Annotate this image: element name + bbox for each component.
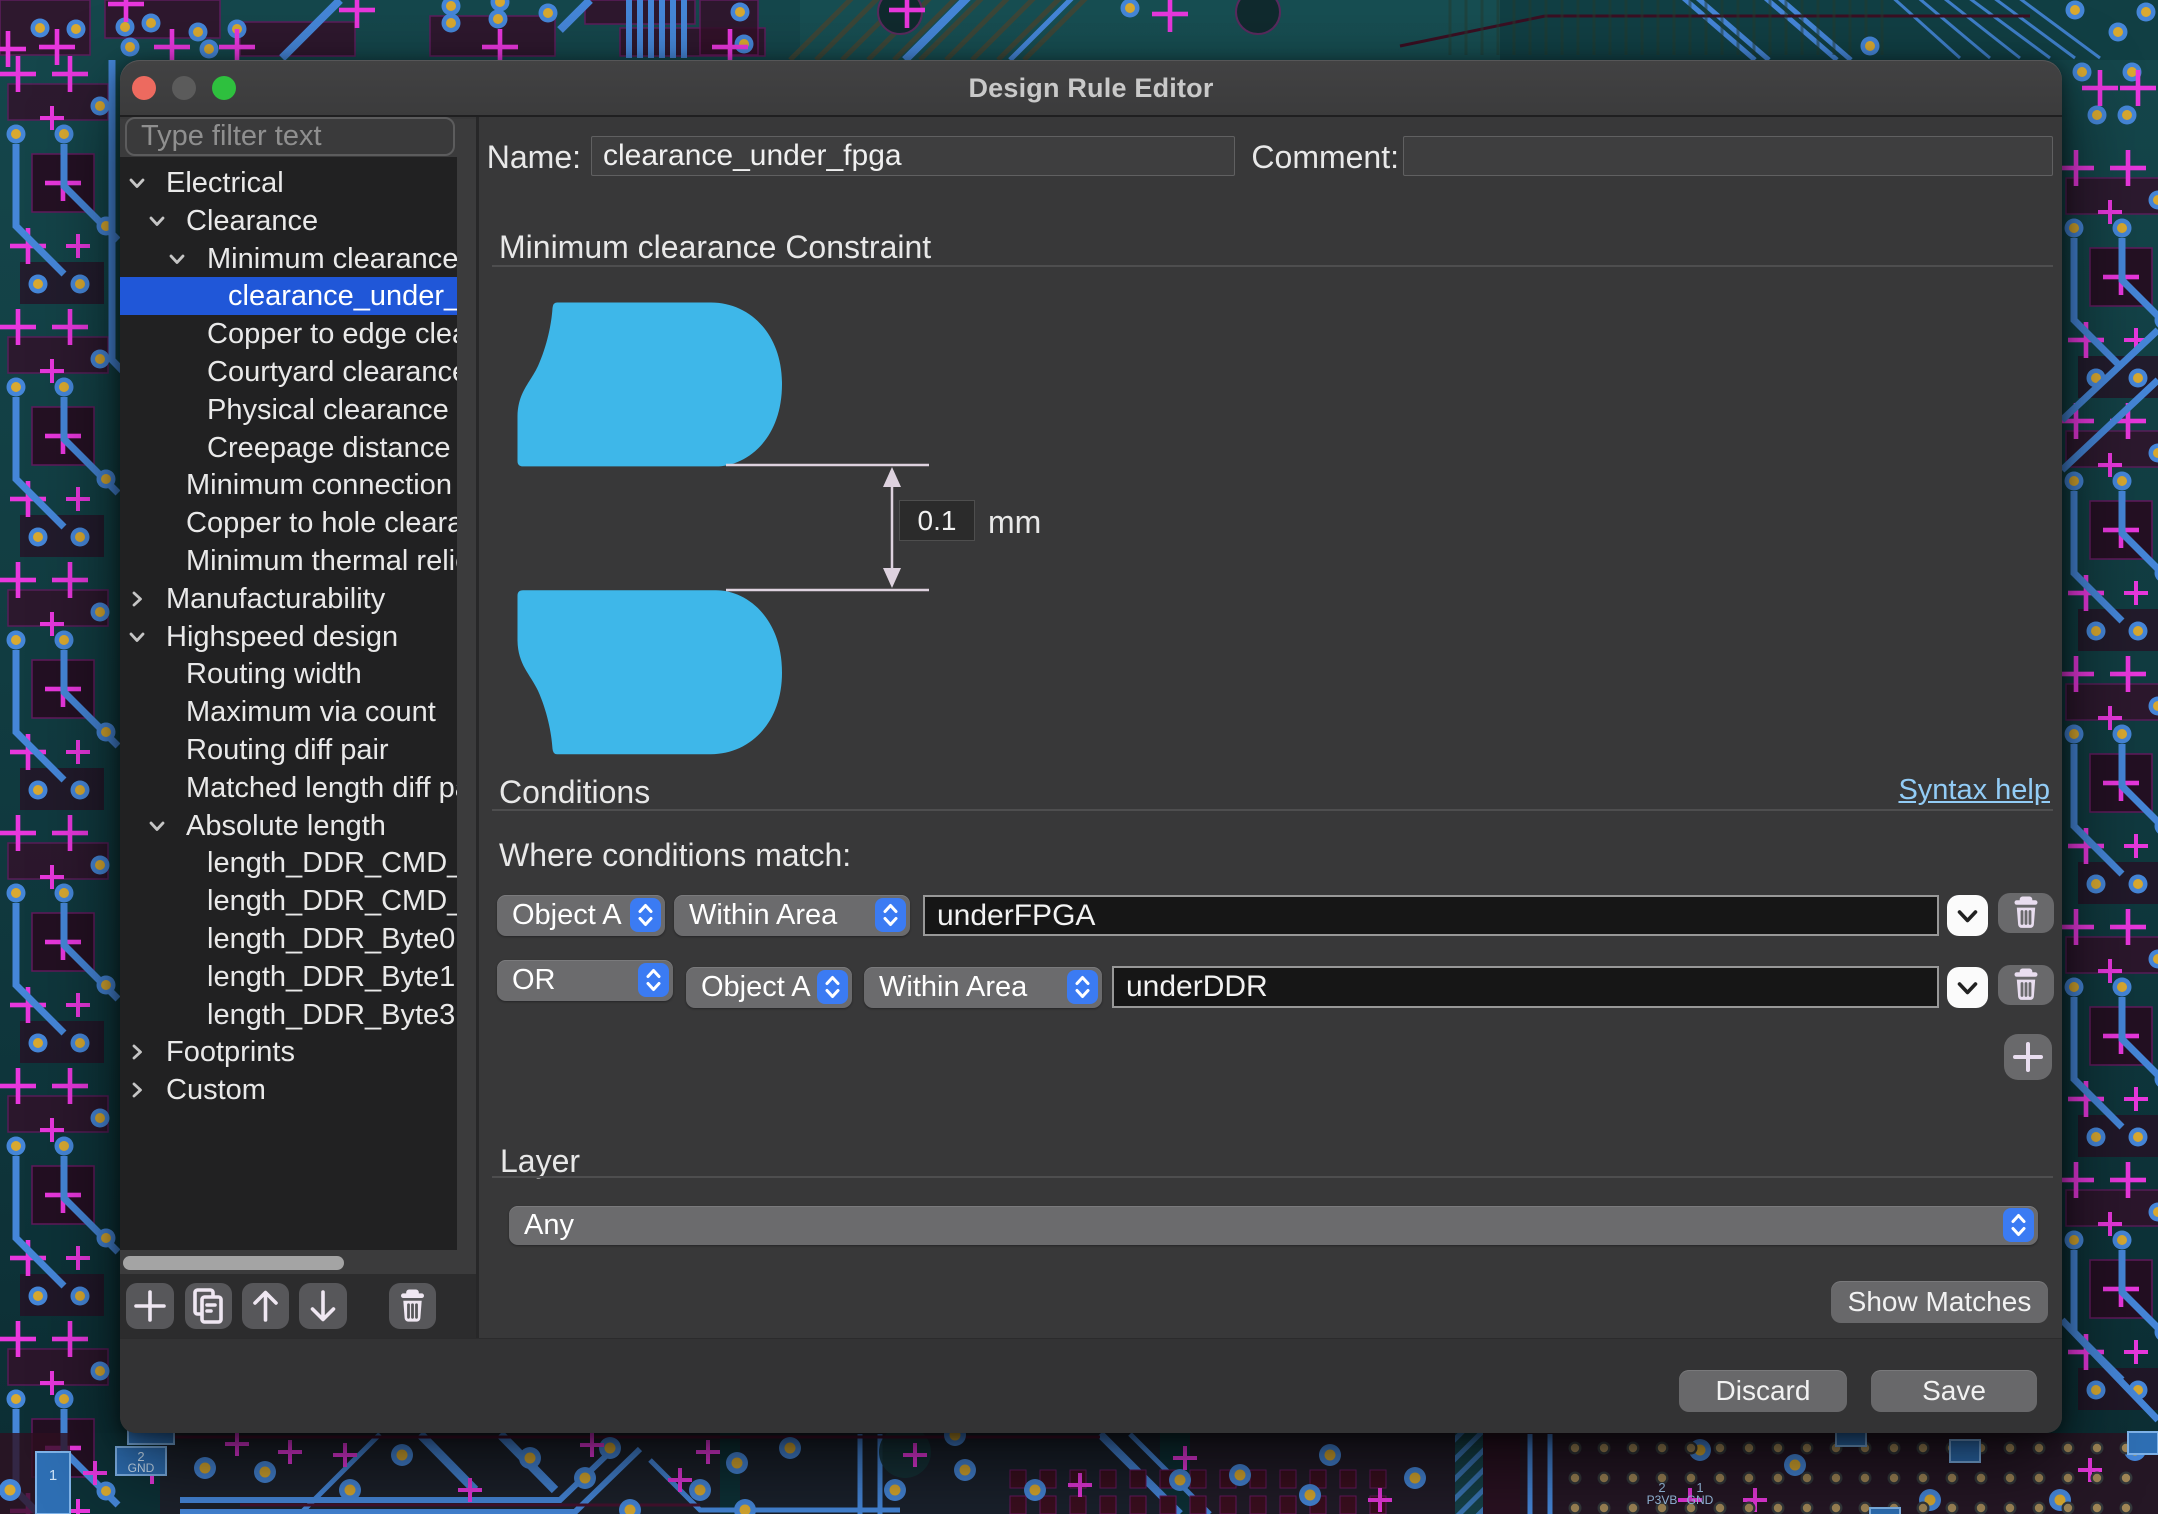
svg-text:1: 1: [49, 1467, 57, 1484]
svg-text:GND: GND: [128, 1461, 155, 1475]
svg-text:GND: GND: [1687, 1493, 1714, 1507]
svg-text:P3VB: P3VB: [1647, 1493, 1678, 1507]
